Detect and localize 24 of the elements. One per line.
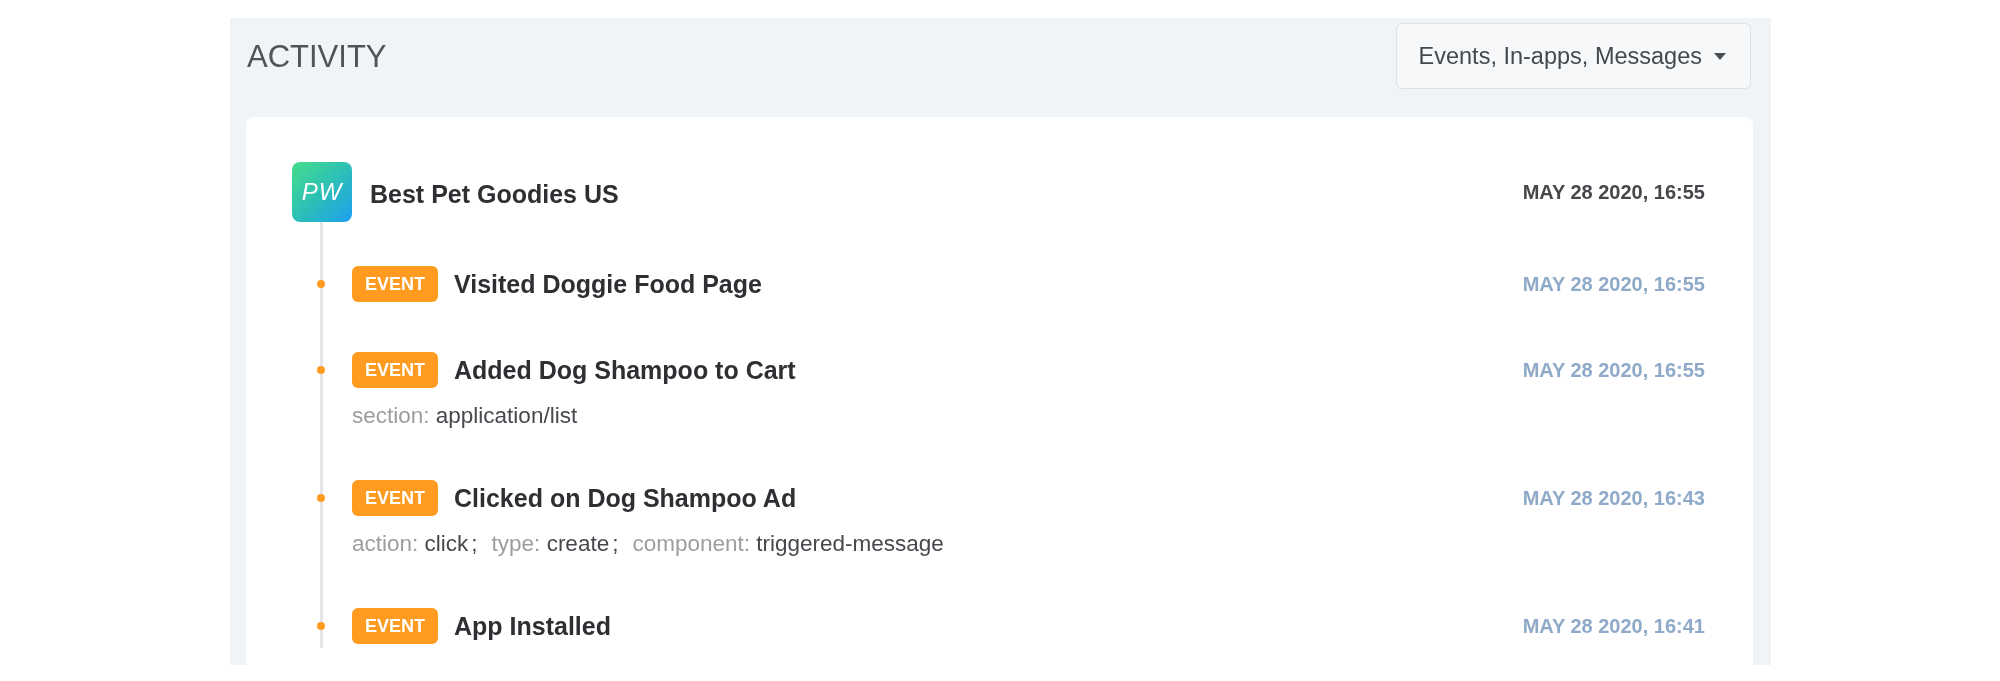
timeline-dot-icon xyxy=(317,280,325,288)
timeline-dot-icon xyxy=(317,622,325,630)
event-title: Clicked on Dog Shampoo Ad xyxy=(454,483,798,513)
app-logo: PW xyxy=(292,162,352,222)
event-attributes: section: application/list xyxy=(352,402,579,430)
timestamp: MAY 28 2020, 16:41 xyxy=(1522,614,1705,638)
timeline-dot-icon xyxy=(317,366,325,374)
timestamp: MAY 28 2020, 16:43 xyxy=(1522,486,1705,510)
event-attributes: action: click; type: create; component: triggered-message xyxy=(352,530,945,558)
app-name: Best Pet Goodies US xyxy=(370,178,620,209)
event-badge: EVENT xyxy=(352,608,438,644)
caret-icon xyxy=(1714,52,1726,60)
timestamp: MAY 28 2020, 16:55 xyxy=(1522,272,1705,296)
filter-dropdown[interactable]: Events, In-apps, Messages xyxy=(1395,23,1751,89)
timestamp: MAY 28 2020, 16:55 xyxy=(1522,358,1705,382)
timestamp: MAY 28 2020, 16:55 xyxy=(1522,180,1705,204)
section-title: ACTIVITY xyxy=(247,39,387,75)
event-badge: EVENT xyxy=(352,480,438,516)
timeline-dot-icon xyxy=(317,494,325,502)
event-title: Added Dog Shampoo to Cart xyxy=(454,355,797,385)
event-badge: EVENT xyxy=(352,266,438,302)
event-title: App Installed xyxy=(454,611,612,641)
event-title: Visited Doggie Food Page xyxy=(454,269,763,299)
event-badge: EVENT xyxy=(352,352,438,388)
